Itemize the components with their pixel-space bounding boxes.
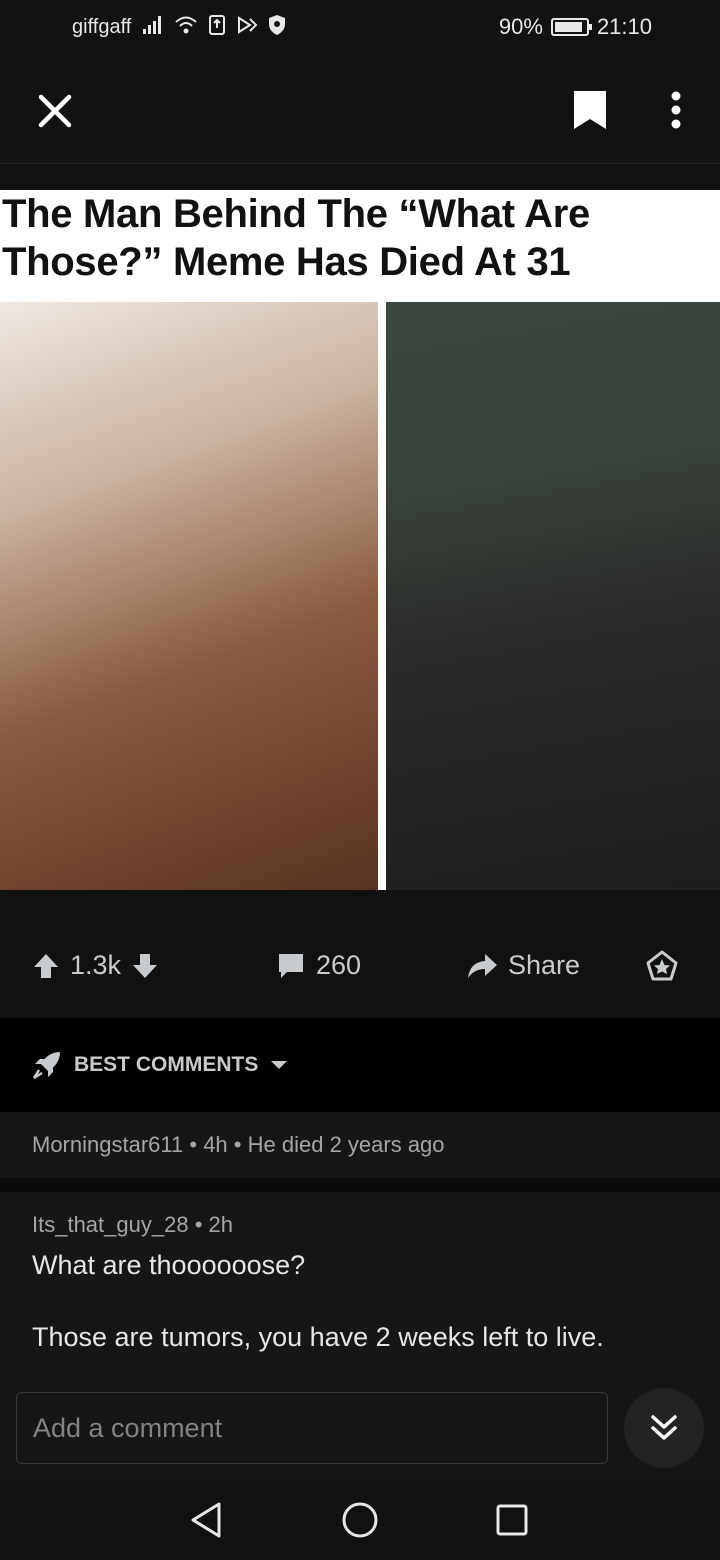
meta-separator: • [194, 1212, 209, 1237]
share-icon [468, 953, 497, 978]
carrier-name: giffgaff [72, 16, 132, 38]
system-navigation-bar [0, 1480, 720, 1560]
comment-meta: Its_that_guy_28 • 2h [32, 1212, 233, 1238]
comment-body: He died 2 years ago [247, 1132, 445, 1157]
comment-age: 4h [203, 1132, 228, 1157]
comment-count: 260 [316, 950, 362, 980]
rocket-icon [32, 1052, 60, 1080]
status-bar: giffgaff 90% 21:10 [0, 0, 720, 56]
double-chevron-down-icon [651, 1415, 677, 1440]
image-caption: The Man Behind The “What Are Those?” Mem… [2, 192, 590, 284]
save-button[interactable] [566, 84, 614, 136]
next-comment-button[interactable] [624, 1388, 704, 1468]
more-vertical-icon [671, 91, 681, 129]
award-icon [646, 950, 678, 981]
more-options-button[interactable] [652, 84, 700, 136]
comment[interactable]: Its_that_guy_28 • 2h What are thoooooose… [0, 1192, 720, 1392]
status-icons [142, 14, 286, 36]
comment-collapsed[interactable]: Morningstar611 • 4h • He died 2 years ag… [0, 1112, 720, 1178]
battery-level [554, 22, 582, 32]
signal-icon [143, 16, 161, 34]
downvote-icon[interactable] [131, 952, 159, 980]
meta-separator: • [233, 1132, 248, 1157]
battery-percent: 90% [498, 14, 543, 39]
add-comment-input[interactable] [16, 1392, 608, 1464]
battery-icon [550, 18, 592, 36]
comment-divider [0, 1178, 720, 1192]
upvote-icon[interactable] [32, 952, 60, 980]
recent-square-icon [496, 1504, 528, 1536]
status-right: 90% 21:10 [499, 14, 652, 40]
post-image[interactable]: The Man Behind The “What Are Those?” Mem… [0, 190, 720, 890]
comment-body-line: What are thoooooose? [32, 1250, 306, 1280]
recent-apps-button[interactable] [488, 1498, 536, 1542]
sort-label: BEST COMMENTS [74, 1053, 259, 1076]
post-toolbar [0, 56, 720, 164]
wifi-icon [175, 16, 197, 34]
home-button[interactable] [336, 1498, 384, 1542]
share-label: Share [508, 950, 581, 980]
comment-composer [0, 1380, 720, 1480]
meta-separator: • [189, 1132, 204, 1157]
comments-button[interactable]: 260 [276, 950, 361, 981]
bookmark-icon [574, 91, 606, 129]
back-triangle-icon [191, 1502, 221, 1538]
right-photo [386, 302, 720, 890]
comment-body-line: Those are tumors, you have 2 weeks left … [32, 1322, 604, 1352]
comment-icon [279, 953, 303, 978]
comment-sort-bar: BEST COMMENTS [0, 1018, 720, 1112]
award-button[interactable] [646, 950, 678, 982]
home-circle-icon [342, 1502, 378, 1538]
shield-icon [269, 15, 285, 35]
close-button[interactable] [30, 86, 80, 136]
comment-age: 2h [208, 1212, 234, 1237]
cast-icon [238, 16, 258, 34]
vote-count: 1.3k [70, 950, 122, 980]
comment-author[interactable]: Its_that_guy_28 [32, 1212, 189, 1237]
post-actions: 1.3k 260 Share [0, 890, 720, 1018]
nfc-icon [209, 15, 225, 35]
caret-down-icon [271, 1061, 288, 1069]
photo-divider [378, 302, 386, 890]
vote-control: 1.3k [32, 950, 159, 981]
close-icon [38, 94, 72, 128]
comment-author[interactable]: Morningstar611 [32, 1132, 183, 1157]
sort-dropdown[interactable]: BEST COMMENTS [32, 1050, 288, 1080]
share-button[interactable]: Share [466, 950, 580, 981]
comment-line: Morningstar611 • 4h • He died 2 years ag… [32, 1132, 445, 1158]
clock: 21:10 [596, 14, 652, 39]
back-button[interactable] [182, 1498, 230, 1542]
left-photo [0, 302, 378, 890]
